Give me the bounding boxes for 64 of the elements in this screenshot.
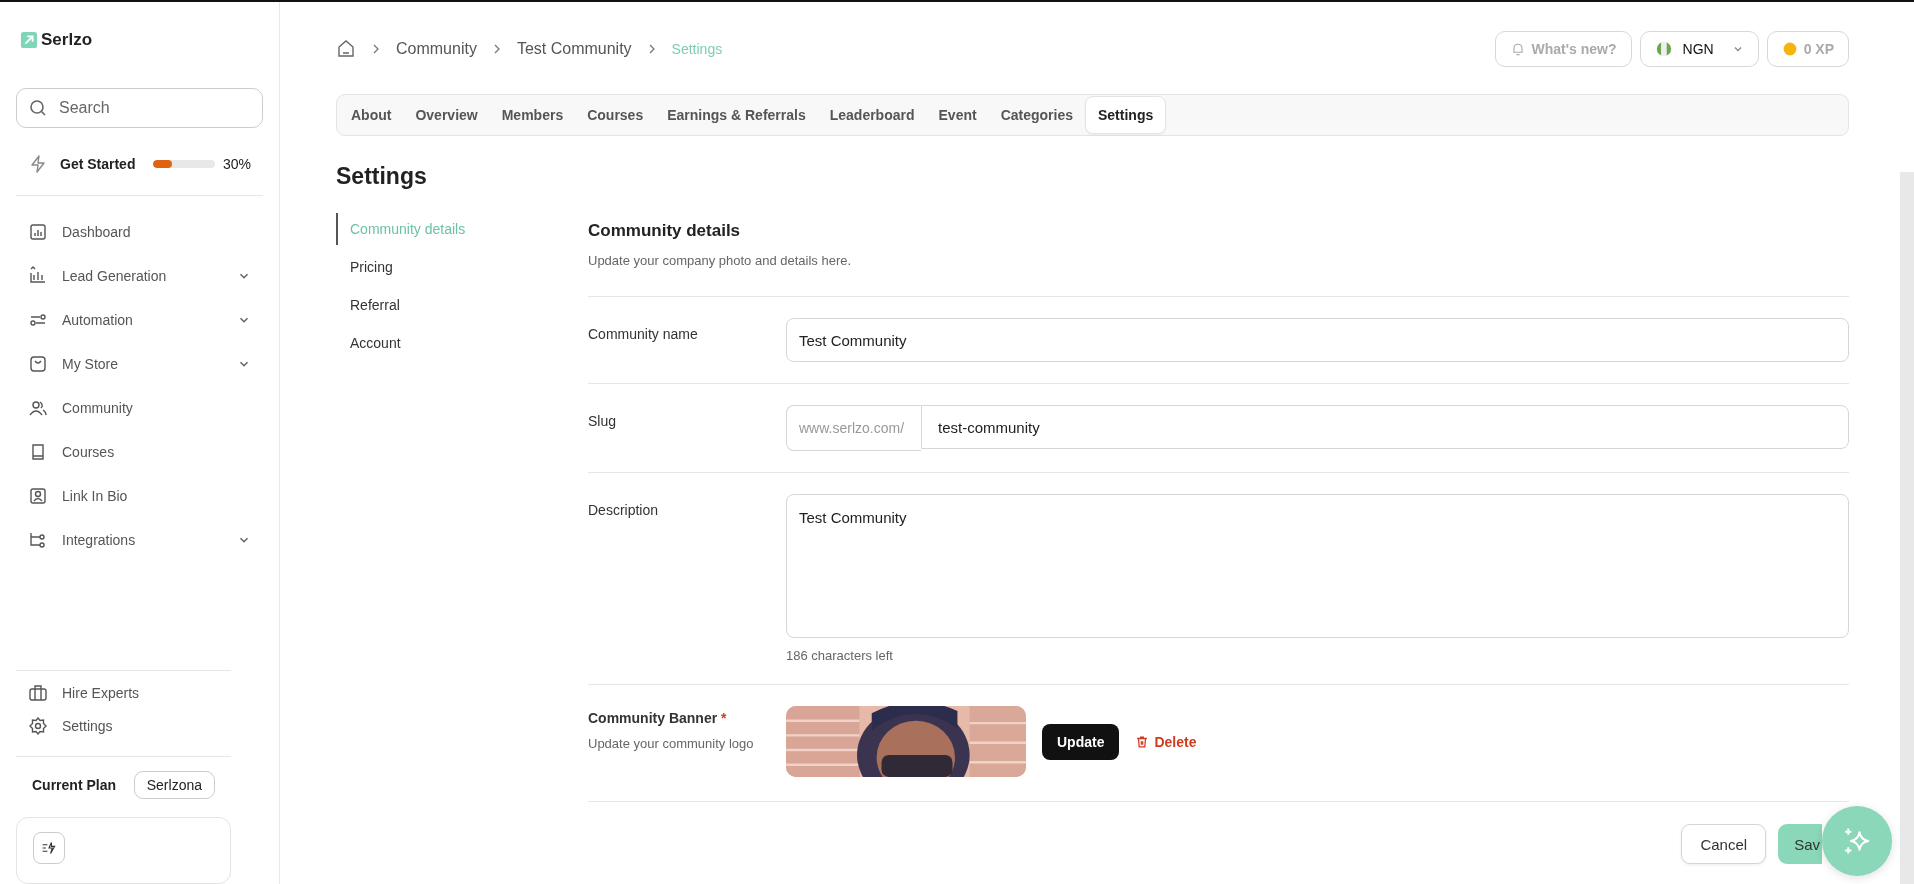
page-title: Settings [336, 162, 428, 191]
currency-select[interactable]: NGN [1639, 31, 1759, 67]
coin-icon [1781, 41, 1798, 57]
field-label: Description [588, 501, 660, 520]
nodes-icon [28, 530, 48, 550]
section-title: Community details [588, 221, 742, 241]
nav-item[interactable]: Hire Experts [16, 677, 263, 710]
logo-icon [20, 31, 38, 49]
breadcrumb-link[interactable]: Community [396, 40, 477, 58]
nav-item[interactable]: Link In Bio [16, 474, 263, 518]
tab[interactable]: About [339, 96, 404, 134]
nav-item[interactable]: Lead Generation [16, 254, 263, 298]
update-button[interactable]: Update [1042, 723, 1120, 760]
nav-item[interactable]: Community [16, 386, 263, 430]
nav-item[interactable]: Automation [16, 298, 263, 342]
boost-icon-button[interactable] [33, 832, 65, 865]
nav-item[interactable]: Dashboard [16, 210, 263, 254]
tab[interactable]: Categories [988, 96, 1085, 134]
tab[interactable]: Overview [403, 96, 490, 134]
flag-icon [1654, 40, 1673, 58]
plan-badge: Serlzona [133, 771, 215, 800]
tab[interactable]: Settings [1085, 96, 1167, 134]
trash-icon [1135, 734, 1150, 749]
community-name-field[interactable]: Test Community [786, 318, 1849, 362]
progress-bar [153, 160, 215, 168]
settings-nav-item[interactable]: Pricing [336, 251, 588, 283]
nav-item[interactable]: My Store [16, 342, 263, 386]
settings-nav-item[interactable]: Account [336, 327, 588, 359]
lightning-icon [41, 840, 57, 857]
nav-item[interactable]: Integrations [16, 518, 263, 562]
field-hint: Update your community logo [588, 736, 755, 751]
field-label: Community name [588, 325, 699, 344]
bar-chart-icon [28, 222, 48, 242]
sparkle-icon [1842, 826, 1872, 856]
user-card-icon [28, 486, 48, 506]
tab[interactable]: Members [489, 96, 576, 134]
tab[interactable]: Leaderboard [817, 96, 927, 134]
settings-icon [28, 715, 48, 736]
settings-nav-item[interactable]: Referral [336, 289, 588, 321]
tab[interactable]: Courses [575, 96, 656, 134]
field-label: Community Banner * [588, 709, 728, 726]
cancel-button[interactable]: Cancel [1681, 824, 1767, 864]
section-subtitle: Update your company photo and details here. [588, 253, 853, 268]
nav-item[interactable]: Settings [16, 709, 263, 743]
tab[interactable]: Event [926, 96, 989, 134]
search-field[interactable]: Search [16, 88, 263, 128]
breadcrumb-link[interactable]: Test Community [516, 40, 632, 58]
bag-icon [28, 354, 48, 374]
get-started-label[interactable]: Get Started [60, 156, 153, 172]
chart-arrow-icon [28, 266, 48, 286]
brand-name: Serlzo [41, 30, 93, 50]
users-icon [28, 398, 48, 418]
tab[interactable]: Earnings & Referrals [655, 96, 818, 134]
slug-field[interactable]: test-community [921, 405, 1849, 449]
delete-button[interactable]: Delete [1135, 733, 1197, 750]
save-button[interactable]: Sav [1778, 824, 1822, 864]
plan-label: Current Plan [32, 777, 116, 794]
progress-reading: 30% [222, 156, 251, 172]
character-count: 186 characters left [786, 648, 894, 663]
field-label: Slug [588, 412, 618, 431]
home-icon[interactable] [336, 39, 356, 59]
description-field[interactable]: Test Community [786, 494, 1849, 638]
nav-item[interactable]: Courses [16, 430, 263, 474]
briefcase-icon [28, 683, 48, 704]
